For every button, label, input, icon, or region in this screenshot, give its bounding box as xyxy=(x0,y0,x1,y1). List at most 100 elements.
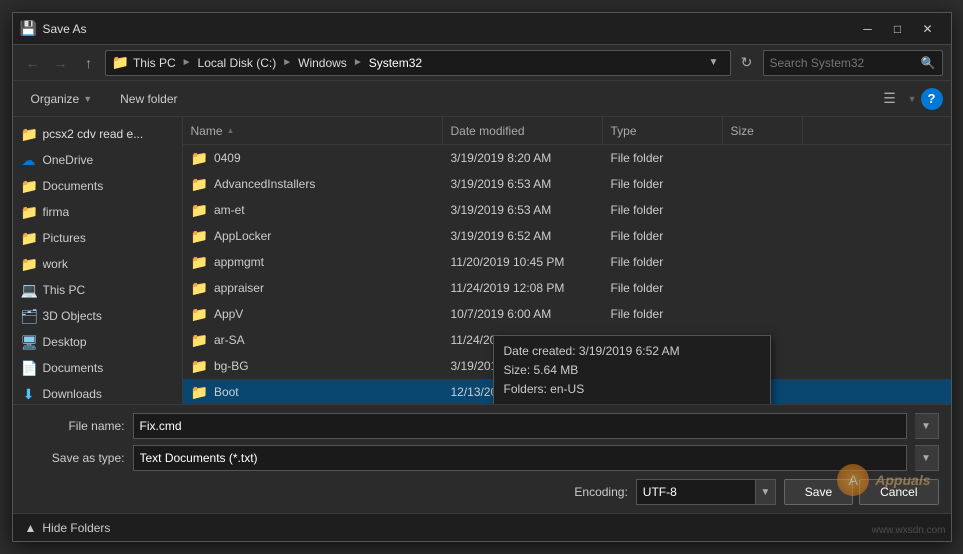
file-name-dropdown-button[interactable]: ▼ xyxy=(915,413,939,439)
file-name-label: File name: xyxy=(25,419,125,433)
wxsdn-watermark: www.wxsdn.com xyxy=(872,525,946,536)
file-name-cell: 📁 AppV xyxy=(183,301,443,327)
new-folder-button[interactable]: New folder xyxy=(110,86,187,112)
table-row[interactable]: 📁 AppV 10/7/2019 6:00 AM File folder xyxy=(183,301,951,327)
sidebar-item-documents-label: Documents xyxy=(43,179,104,193)
sidebar-item-pcsx2-label: pcsx2 cdv read e... xyxy=(43,127,144,141)
sidebar-item-firma[interactable]: 📁 firma xyxy=(13,199,182,225)
address-bar[interactable]: 📁 This PC ► Local Disk (C:) ► Windows ► … xyxy=(105,50,731,76)
onedrive-icon: ☁ xyxy=(21,152,37,169)
file-date-cell: 10/7/2019 6:00 AM xyxy=(443,301,603,327)
minimize-button[interactable]: ─ xyxy=(853,19,883,39)
back-button[interactable]: ← xyxy=(21,51,45,75)
sidebar-item-thispc[interactable]: 💻 This PC xyxy=(13,277,182,303)
file-size-cell xyxy=(723,301,803,327)
folder-icon: 📁 xyxy=(191,150,208,167)
table-row[interactable]: 📁 Boot 12/13/2019 1:56 AM File folder xyxy=(183,379,951,404)
path-localdisk: Local Disk (C:) xyxy=(198,56,277,70)
file-name-cell: 📁 0409 xyxy=(183,145,443,171)
path-windows: Windows xyxy=(298,56,347,70)
search-input[interactable] xyxy=(770,56,917,70)
up-button[interactable]: ↑ xyxy=(77,51,101,75)
documents-icon: 📁 xyxy=(21,178,37,195)
table-row[interactable]: 📁 am-et 3/19/2019 6:53 AM File folder xyxy=(183,197,951,223)
title-bar: 💾 Save As ─ □ ✕ xyxy=(13,13,951,45)
folder-icon: 📁 xyxy=(191,176,208,193)
encoding-label: Encoding: xyxy=(574,485,627,499)
sidebar-item-desktop[interactable]: 🖥 Desktop xyxy=(13,329,182,355)
sidebar-item-documents2-label: Documents xyxy=(43,361,104,375)
file-type-cell: File folder xyxy=(603,249,723,275)
desktop-icon: 🖥 xyxy=(21,334,37,351)
hide-folders-label: Hide Folders xyxy=(42,521,110,535)
sidebar-item-3dobjects[interactable]: 🗂 3D Objects xyxy=(13,303,182,329)
close-button[interactable]: ✕ xyxy=(913,19,943,39)
sidebar-item-work[interactable]: 📁 work xyxy=(13,251,182,277)
file-name-cell: 📁 AppLocker xyxy=(183,223,443,249)
file-name-cell: 📁 Boot xyxy=(183,379,443,404)
file-name-cell: 📁 appmgmt xyxy=(183,249,443,275)
folder-icon: 📁 xyxy=(191,202,208,219)
forward-button[interactable]: → xyxy=(49,51,73,75)
address-dropdown-icon[interactable]: ▼ xyxy=(704,57,724,68)
sidebar-item-downloads[interactable]: ⬇ Downloads xyxy=(13,381,182,404)
table-row[interactable]: 📁 appmgmt 11/20/2019 10:45 PM File folde… xyxy=(183,249,951,275)
file-size-cell xyxy=(723,353,803,379)
save-type-label: Save as type: xyxy=(25,451,125,465)
file-type-cell: File folder xyxy=(603,223,723,249)
file-date-cell: 3/19/2019 6:52 AM xyxy=(443,223,603,249)
navigation-bar: ← → ↑ 📁 This PC ► Local Disk (C:) ► Wind… xyxy=(13,45,951,81)
col-header-name[interactable]: Name ▲ xyxy=(183,117,443,144)
folder-icon: 📁 xyxy=(191,306,208,323)
sidebar-item-pcsx2[interactable]: 📁 pcsx2 cdv read e... xyxy=(13,121,182,147)
file-type-cell: File folder xyxy=(603,379,723,404)
sidebar-item-onedrive-label: OneDrive xyxy=(43,153,94,167)
file-name-cell: 📁 appraiser xyxy=(183,275,443,301)
help-button[interactable]: ? xyxy=(921,88,943,110)
file-date-cell: 11/24/2019 12:08 PM xyxy=(443,327,603,353)
file-list: 📁 0409 3/19/2019 8:20 AM File folder 📁 A… xyxy=(183,145,951,404)
col-header-size[interactable]: Size xyxy=(723,117,803,144)
file-date-cell: 3/19/2019 8:22 AM xyxy=(443,353,603,379)
table-row[interactable]: 📁 ar-SA 11/24/2019 12:08 PM File folder xyxy=(183,327,951,353)
search-bar[interactable]: 🔍 xyxy=(763,50,943,76)
view-button[interactable]: ☰ xyxy=(876,86,904,112)
toolbar-right: ☰ ▼ ? xyxy=(876,86,943,112)
column-headers: Name ▲ Date modified Type Size xyxy=(183,117,951,145)
file-name-input[interactable] xyxy=(133,413,907,439)
sidebar-item-documents2[interactable]: 📄 Documents xyxy=(13,355,182,381)
table-row[interactable]: 📁 AppLocker 3/19/2019 6:52 AM File folde… xyxy=(183,223,951,249)
col-header-date[interactable]: Date modified xyxy=(443,117,603,144)
file-list-area: Name ▲ Date modified Type Size xyxy=(183,117,951,404)
file-date-cell: 11/20/2019 10:45 PM xyxy=(443,249,603,275)
dialog-wrapper: 💾 Save As ─ □ ✕ ← → ↑ 📁 This PC ► Local … xyxy=(0,0,963,554)
sort-arrow-name: ▲ xyxy=(227,126,235,135)
file-type-cell: File folder xyxy=(603,275,723,301)
table-row[interactable]: 📁 AdvancedInstallers 3/19/2019 6:53 AM F… xyxy=(183,171,951,197)
appuals-logo: A xyxy=(837,464,869,496)
file-size-cell xyxy=(723,275,803,301)
encoding-row: Encoding: UTF-8 UTF-16 ANSI ▼ Save Cance… xyxy=(25,479,939,505)
file-date-cell: 3/19/2019 8:20 AM xyxy=(443,145,603,171)
save-type-input[interactable] xyxy=(133,445,907,471)
maximize-button[interactable]: □ xyxy=(883,19,913,39)
sidebar-item-pictures[interactable]: 📁 Pictures xyxy=(13,225,182,251)
file-type-cell: File folder xyxy=(603,353,723,379)
table-row[interactable]: 📁 appraiser 11/24/2019 12:08 PM File fol… xyxy=(183,275,951,301)
refresh-button[interactable]: ↻ xyxy=(735,51,759,75)
sidebar: 📁 pcsx2 cdv read e... ☁ OneDrive 📁 Docum… xyxy=(13,117,183,404)
file-name-cell: 📁 AdvancedInstallers xyxy=(183,171,443,197)
sidebar-item-onedrive[interactable]: ☁ OneDrive xyxy=(13,147,182,173)
file-type-cell: File folder xyxy=(603,327,723,353)
hide-folders-bar[interactable]: ▲ Hide Folders xyxy=(13,513,951,541)
encoding-select[interactable]: UTF-8 UTF-16 ANSI xyxy=(636,479,756,505)
organize-button[interactable]: Organize ▼ xyxy=(21,86,103,112)
file-date-cell: 3/19/2019 6:53 AM xyxy=(443,197,603,223)
folder-icon: 📁 xyxy=(191,280,208,297)
file-type-cell: File folder xyxy=(603,197,723,223)
table-row[interactable]: 📁 bg-BG 3/19/2019 8:22 AM File folder xyxy=(183,353,951,379)
file-name-cell: 📁 am-et xyxy=(183,197,443,223)
col-header-type[interactable]: Type xyxy=(603,117,723,144)
sidebar-item-documents[interactable]: 📁 Documents xyxy=(13,173,182,199)
table-row[interactable]: 📁 0409 3/19/2019 8:20 AM File folder xyxy=(183,145,951,171)
